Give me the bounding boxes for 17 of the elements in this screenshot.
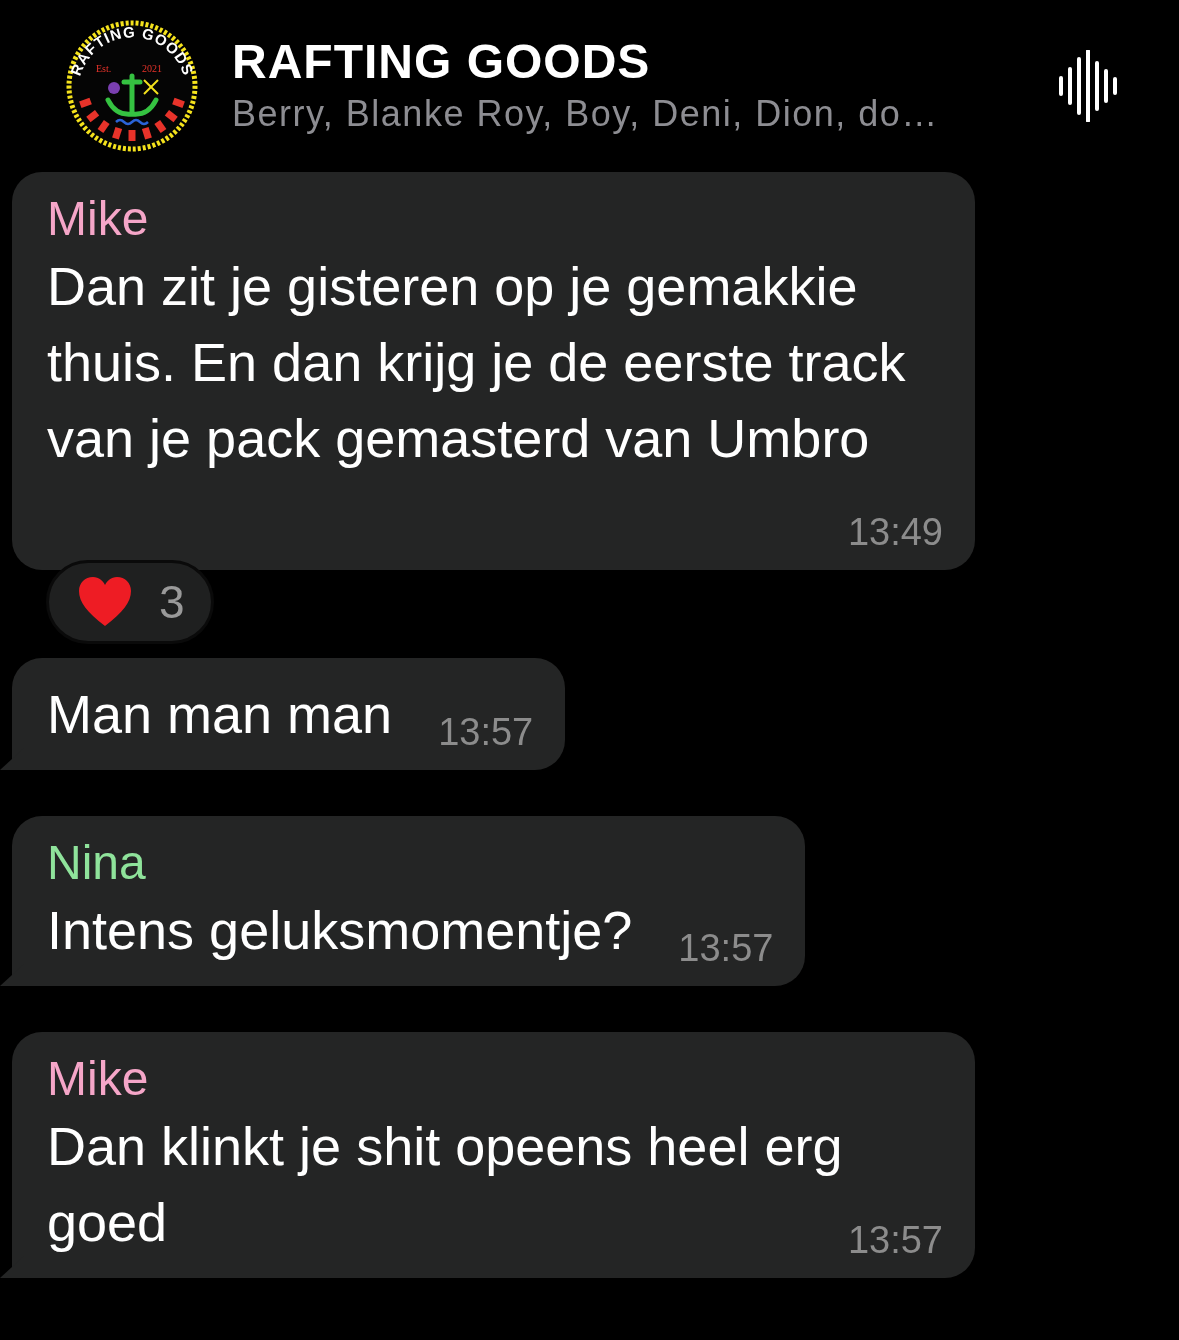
sender-name: Mike: [47, 191, 150, 247]
member-list: Berry, Blanke Roy, Boy, Deni, Dion, do…: [232, 90, 1057, 138]
message-time: 13:49: [847, 510, 943, 555]
audio-wave-icon[interactable]: [1057, 50, 1119, 122]
message-time: 13:57: [438, 710, 534, 755]
heart-icon: [77, 576, 133, 628]
message-bubble[interactable]: Mike Dan zit je gisteren op je gemakkie thuis. En dan krijg je de eerste track van je pack gemasterd van Umbro 13:49: [12, 172, 975, 570]
message-text: Man man man 13:57: [47, 676, 534, 752]
sender-name: Mike: [47, 1051, 150, 1107]
chat-title: RAFTING GOODS: [232, 34, 652, 90]
sender-name: Nina: [47, 835, 147, 891]
message-text: Intens geluksmomentje? 13:57: [47, 892, 774, 968]
reaction-count: 3: [159, 575, 185, 629]
message-text: Dan klinkt je shit opeens heel erg goed 13:57: [47, 1108, 943, 1260]
reaction-pill[interactable]: 3: [46, 560, 214, 644]
message-time: 13:57: [847, 1218, 943, 1263]
message-time: 13:57: [678, 926, 774, 971]
